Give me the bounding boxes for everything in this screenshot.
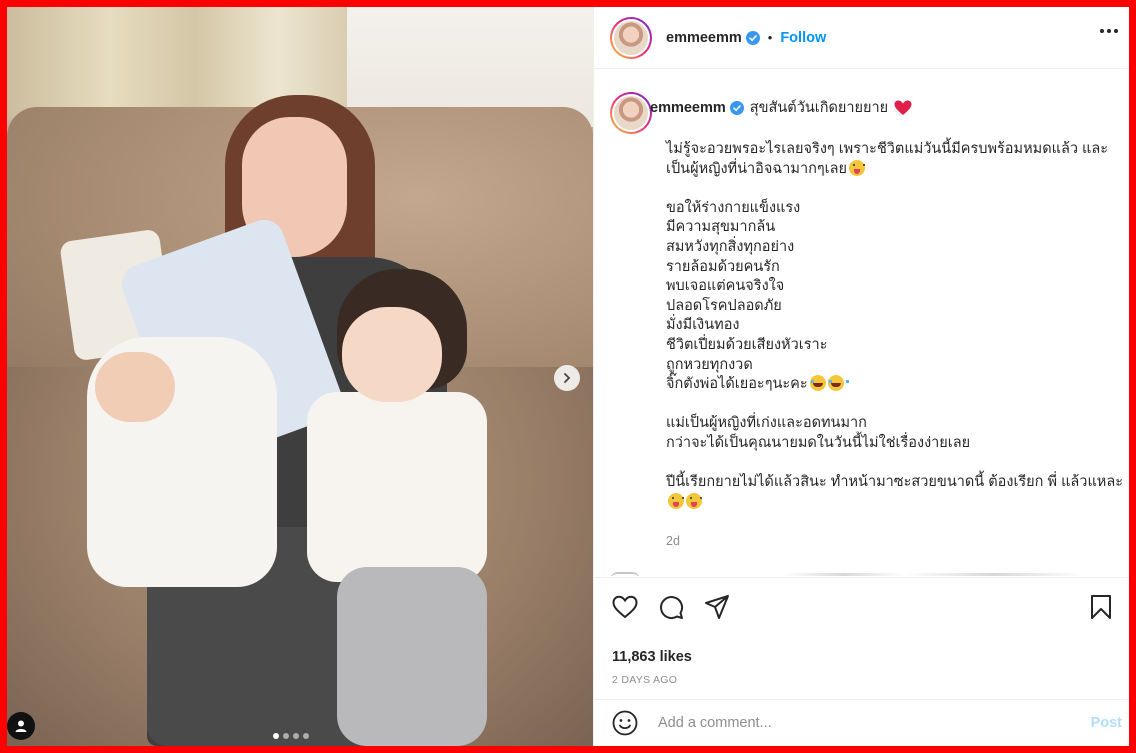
save-button[interactable] <box>1088 594 1114 620</box>
photo-girl <box>307 392 487 582</box>
post-actions: 11,863 likes 2 DAYS AGO <box>594 577 1129 699</box>
like-button[interactable] <box>612 594 638 620</box>
post-date[interactable]: 2 DAYS AGO <box>612 674 677 686</box>
avatar-image <box>614 20 648 55</box>
post-modal: emmeemm • Follow emmeemm สุขสันต์วันเกิด… <box>7 7 1129 746</box>
send-icon <box>705 595 729 619</box>
post-header: emmeemm • Follow <box>594 7 1129 69</box>
header-separator: • <box>767 30 773 45</box>
caption-line: รายล้อมด้วยคนรัก <box>666 258 780 275</box>
comment-icon <box>660 596 684 620</box>
comment-button[interactable] <box>658 594 684 620</box>
carousel-indicator <box>273 733 309 739</box>
caption-line: มั่งมีเงินทอง <box>666 317 740 334</box>
caption-line: แม่เป็นผู้หญิงที่เก่งและอดทนมาก <box>666 415 867 432</box>
tagged-users-button[interactable] <box>7 712 35 740</box>
comments-section[interactable]: emmeemm สุขสันต์วันเกิดยายยาย ไม่รู้จะอว… <box>594 70 1129 576</box>
tongue-emoji-icon <box>686 492 702 509</box>
carousel-dot <box>303 733 309 739</box>
caption-username[interactable]: emmeemm <box>650 100 726 116</box>
caption-line: ชีวิตเปี่ยมด้วยเสียงหัวเราะ <box>666 336 828 353</box>
caption-line: สมหวังทุกสิ่งทุกอย่าง <box>666 238 795 255</box>
caption-line: ขอให้ร่างกายแข็งแรง <box>666 199 801 216</box>
verified-badge-icon <box>729 100 744 115</box>
next-comment-avatar <box>610 572 640 576</box>
avatar[interactable] <box>610 16 652 59</box>
caption-paragraph: ไม่รู้จะอวยพรอะไรเลยจริงๆ เพราะชีวิตแม่ว… <box>666 141 1109 177</box>
caption-timestamp[interactable]: 2d <box>666 534 680 548</box>
user-icon <box>15 720 27 732</box>
share-button[interactable] <box>704 594 730 620</box>
caption-line: ปีนี้เรียกยายไม่ได้แล้วสินะ ทำหน้ามาซะสว… <box>666 474 1124 491</box>
header-username[interactable]: emmeemm <box>666 30 742 46</box>
caption-line: กว่าจะได้เป็นคุณนายมดในวันนี้ไม่ใช่เรื่อ… <box>666 434 971 451</box>
caption-line: พบเจอแต่คนจริงใจ <box>666 278 785 295</box>
carousel-dot <box>273 733 279 739</box>
comment-input[interactable] <box>658 715 1058 731</box>
post-photo[interactable] <box>7 7 593 746</box>
bookmark-icon <box>1091 595 1111 619</box>
caption-line: จิ๊กตังพ่อได้เยอะๆนะคะ <box>666 376 808 393</box>
carousel-dot <box>283 733 289 739</box>
tongue-emoji-icon <box>668 492 684 509</box>
caption-title: สุขสันต์วันเกิดยายยาย <box>749 100 889 116</box>
likes-count[interactable]: 11,863 likes <box>612 649 692 665</box>
verified-badge-icon <box>745 30 760 45</box>
follow-button[interactable]: Follow <box>780 30 826 46</box>
smile-icon[interactable] <box>612 710 638 736</box>
carousel-dot <box>293 733 299 739</box>
laughing-emoji-icon <box>827 375 849 392</box>
caption-line: มีความสุขมากล้น <box>666 219 776 236</box>
post-comment-button[interactable]: Post <box>1091 715 1122 731</box>
red-heart-icon <box>894 100 912 116</box>
heart-icon <box>612 595 638 619</box>
caption-line: ถูกหวยทุกงวด <box>666 356 753 373</box>
next-photo-button[interactable] <box>554 365 580 391</box>
tongue-emoji-icon <box>849 159 866 176</box>
photo-girl-face <box>342 307 442 402</box>
laughing-emoji-icon <box>809 375 831 392</box>
caption-avatar[interactable] <box>610 92 652 134</box>
more-horizontal-icon <box>1100 29 1104 33</box>
add-comment-bar: Post <box>594 699 1129 746</box>
caption-text: ไม่รู้จะอวยพรอะไรเลยจริงๆ เพราะชีวิตแม่ว… <box>666 140 1126 532</box>
caption-line: ปลอดโรคปลอดภัย <box>666 297 782 314</box>
photo-baby-face <box>95 352 175 422</box>
caption-header: emmeemm สุขสันต์วันเกิดยายยาย <box>650 96 912 119</box>
post-details-panel: emmeemm • Follow emmeemm สุขสันต์วันเกิด… <box>593 7 1129 746</box>
chevron-right-icon <box>564 373 571 383</box>
photo-girl-legs <box>337 567 487 746</box>
more-options-button[interactable] <box>1100 29 1118 33</box>
next-comment-preview <box>784 573 1084 576</box>
